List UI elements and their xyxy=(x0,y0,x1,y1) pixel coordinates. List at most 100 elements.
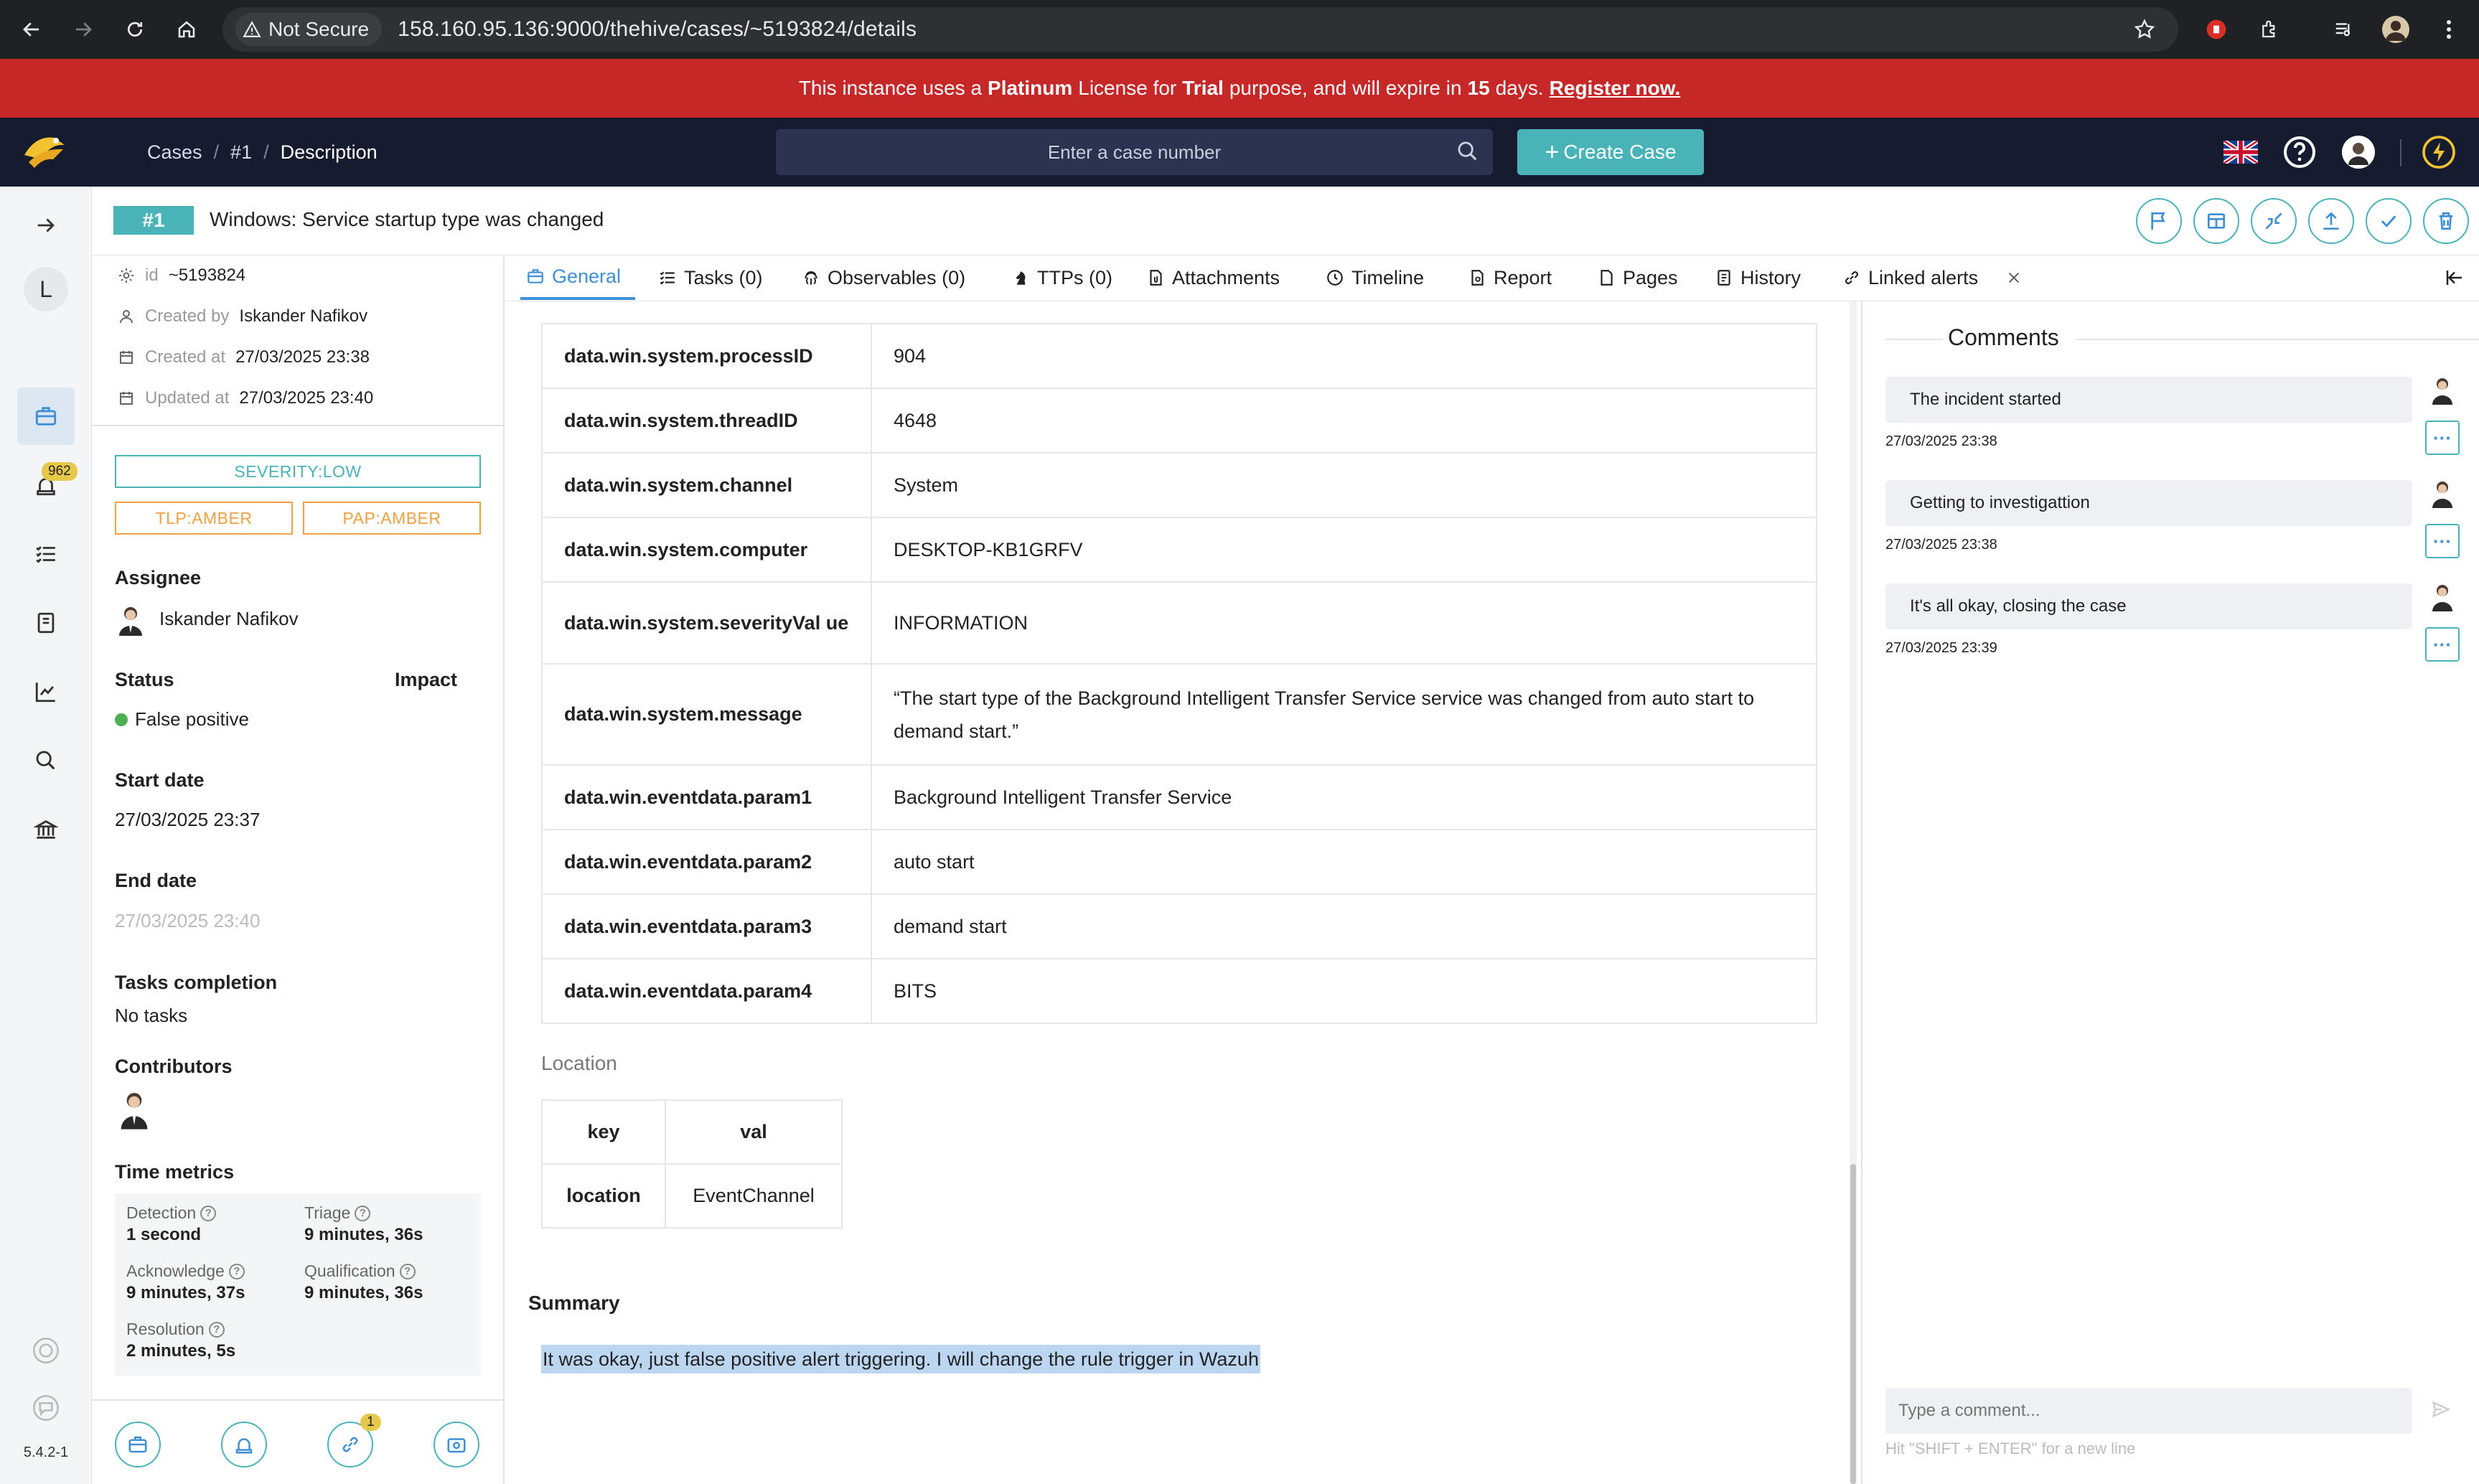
apply-template-button[interactable] xyxy=(2193,198,2239,244)
table-key-cell: data.win.system.severityVal ue xyxy=(541,581,872,664)
help-icon[interactable]: ? xyxy=(228,1263,245,1279)
tab-report[interactable]: Report xyxy=(1468,255,1552,300)
table-value-cell: INFORMATION xyxy=(871,581,1817,664)
table-value-cell: 4648 xyxy=(871,388,1817,454)
url-text[interactable]: 158.160.95.136:9000/thehive/cases/~51938… xyxy=(398,17,917,42)
flag-case-button[interactable] xyxy=(2136,198,2182,244)
comment-more-options-button[interactable]: ··· xyxy=(2425,421,2460,455)
chat-bubble-icon[interactable] xyxy=(17,1379,75,1437)
comment-author-avatar xyxy=(2432,482,2452,508)
table-key-cell: data.win.eventdata.param4 xyxy=(541,958,872,1024)
extension-red-icon[interactable] xyxy=(2196,9,2236,50)
tab-tasks[interactable]: Tasks (0) xyxy=(658,255,763,300)
case-description-content: data.win.system.processID 904 data.win.sys… xyxy=(506,301,1853,1484)
register-now-link[interactable]: Register now. xyxy=(1550,77,1681,100)
tab-timeline[interactable]: Timeline xyxy=(1326,255,1424,300)
report-search-icon xyxy=(1471,270,1484,286)
assignee-name[interactable]: Iskander Nafikov xyxy=(159,608,299,630)
browser-menu-icon[interactable] xyxy=(2429,9,2469,50)
tab-ttps[interactable]: TTPs (0) xyxy=(1011,255,1112,300)
comment-more-options-button[interactable]: ··· xyxy=(2425,524,2460,558)
tab-pages[interactable]: Pages xyxy=(1597,255,1678,300)
table-row: data.win.system.message “The start type o… xyxy=(541,663,1817,766)
comment-more-options-button[interactable]: ··· xyxy=(2425,627,2460,662)
tab-linked-alerts[interactable]: Linked alerts xyxy=(1842,255,1978,300)
help-icon[interactable]: ? xyxy=(200,1205,217,1221)
case-alerts-button[interactable] xyxy=(221,1422,267,1467)
end-date-value[interactable]: 27/03/2025 23:40 xyxy=(115,910,260,932)
help-icon[interactable] xyxy=(2282,135,2317,169)
breadcrumb-cases[interactable]: Cases xyxy=(147,141,202,164)
case-number-badge: #1 xyxy=(113,206,194,235)
end-date-label: End date xyxy=(115,870,197,891)
tab-observables[interactable]: Observables (0) xyxy=(802,255,965,300)
tab-attachments[interactable]: Attachments xyxy=(1146,255,1280,300)
app-version: 5.4.2-1 xyxy=(23,1445,69,1460)
comment-input-hint: Hit "SHIFT + ENTER" for a new line xyxy=(1885,1440,2136,1457)
extensions-puzzle-icon[interactable] xyxy=(2249,9,2290,50)
user-icon xyxy=(118,308,135,325)
help-icon[interactable]: ? xyxy=(399,1263,416,1279)
case-settings-button[interactable] xyxy=(434,1422,479,1467)
forward-icon[interactable] xyxy=(63,9,103,50)
detection-value: 1 second xyxy=(126,1225,202,1244)
user-avatar[interactable] xyxy=(2341,135,2376,169)
knowledge-book-icon[interactable] xyxy=(17,594,75,652)
breadcrumb-case-number[interactable]: #1 xyxy=(230,141,252,164)
browser-profile-avatar[interactable] xyxy=(2376,9,2416,50)
close-tab-icon[interactable] xyxy=(2006,255,2022,300)
status-dot xyxy=(115,713,128,726)
help-icon[interactable]: ? xyxy=(355,1205,371,1221)
search-icon[interactable] xyxy=(17,732,75,789)
table-key-cell: data.win.system.channel xyxy=(541,452,872,518)
bookmark-star-icon[interactable] xyxy=(2124,9,2165,50)
content-scrollbar-thumb[interactable] xyxy=(1850,1164,1856,1484)
back-icon[interactable] xyxy=(11,9,52,50)
thehive-logo[interactable] xyxy=(22,131,67,172)
search-placeholder: Enter a case number xyxy=(1047,141,1222,163)
quick-actions-bolt-icon[interactable] xyxy=(2422,135,2456,169)
start-date-value[interactable]: 27/03/2025 23:37 xyxy=(115,809,260,831)
language-flag-icon[interactable] xyxy=(2223,141,2258,164)
tasks-list-icon[interactable] xyxy=(17,525,75,583)
created-by-label: Created by xyxy=(145,306,230,326)
links-count-badge: 1 xyxy=(360,1414,381,1431)
impact-label: Impact xyxy=(395,669,458,690)
delete-case-button[interactable] xyxy=(2423,198,2469,244)
merge-case-button[interactable] xyxy=(2251,198,2297,244)
comment-input[interactable] xyxy=(1885,1388,2412,1434)
media-control-icon[interactable] xyxy=(2324,9,2364,50)
case-briefcase-button[interactable] xyxy=(115,1422,161,1467)
created-by-value: Iskander Nafikov xyxy=(239,306,368,326)
close-case-button[interactable] xyxy=(2366,198,2412,244)
tlp-tag[interactable]: TLP:AMBER xyxy=(115,502,293,535)
expand-sidebar-arrow-icon[interactable] xyxy=(17,197,75,254)
not-secure-chip[interactable]: Not Secure xyxy=(235,13,383,46)
help-icon[interactable]: ? xyxy=(208,1321,225,1338)
table-key-cell: data.win.system.threadID xyxy=(541,388,872,454)
export-case-button[interactable] xyxy=(2308,198,2354,244)
summary-text[interactable]: It was okay, just false positive alert t… xyxy=(541,1345,1260,1373)
tab-history[interactable]: History xyxy=(1715,255,1801,300)
case-number-search[interactable]: Enter a case number xyxy=(776,129,1493,175)
status-circle-icon[interactable] xyxy=(17,1322,75,1379)
home-icon[interactable] xyxy=(167,9,207,50)
pap-tag[interactable]: PAP:AMBER xyxy=(303,502,481,535)
cases-briefcase-icon[interactable] xyxy=(17,388,75,445)
tab-general[interactable]: General xyxy=(520,255,636,300)
chess-knight-icon xyxy=(1016,271,1026,285)
status-value[interactable]: False positive xyxy=(135,708,249,731)
address-bar[interactable]: Not Secure 158.160.95.136:9000/thehive/c… xyxy=(222,7,2178,52)
dashboards-chart-icon[interactable] xyxy=(17,663,75,720)
search-icon[interactable] xyxy=(1456,139,1480,164)
location-table: key val location EventChannel xyxy=(541,1099,843,1229)
create-case-button[interactable]: + Create Case xyxy=(1517,129,1704,175)
organisation-avatar[interactable]: L xyxy=(24,267,68,311)
send-icon[interactable] xyxy=(2431,1399,2451,1419)
collapse-panel-icon[interactable] xyxy=(2444,255,2465,300)
created-at-value: 27/03/2025 23:38 xyxy=(235,347,370,367)
severity-tag[interactable]: SEVERITY:LOW xyxy=(115,455,481,488)
organisation-bank-icon[interactable] xyxy=(17,801,75,858)
reload-icon[interactable] xyxy=(115,9,155,50)
table-row: data.win.system.processID 904 xyxy=(541,323,1817,389)
